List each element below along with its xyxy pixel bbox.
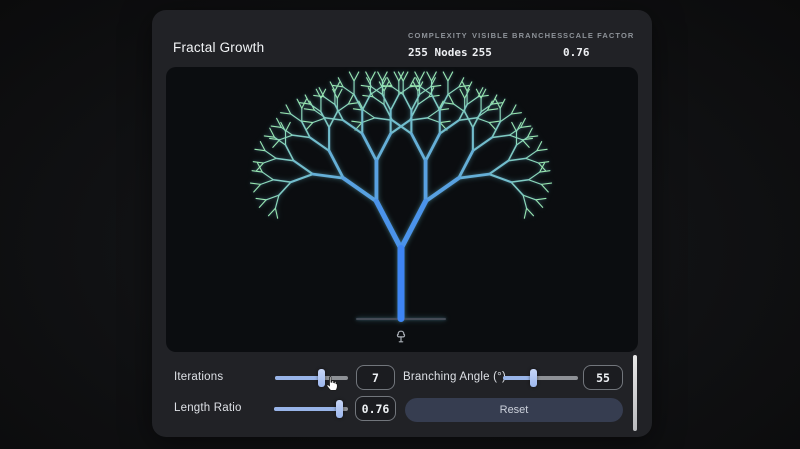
- page-background: { "header": { "title": "Fractal Growth",…: [0, 0, 800, 449]
- fractal-canvas[interactable]: [166, 67, 638, 352]
- branching-angle-value[interactable]: 55: [583, 365, 623, 390]
- length-ratio-value[interactable]: 0.76: [355, 396, 396, 421]
- stat-complexity-label: COMPLEXITY: [408, 31, 468, 40]
- fractal-growth-panel: Fractal Growth COMPLEXITY 255 Nodes VISI…: [152, 10, 652, 437]
- stat-complexity: COMPLEXITY 255 Nodes: [408, 31, 468, 59]
- length-ratio-slider-thumb[interactable]: [336, 400, 344, 418]
- stat-visible-branches-label: VISIBLE BRANCHES: [472, 31, 564, 40]
- stat-visible-branches-value: 255: [472, 46, 492, 59]
- length-ratio-label: Length Ratio: [174, 402, 242, 414]
- iterations-value[interactable]: 7: [356, 365, 395, 390]
- fractal-tree-svg: [249, 71, 553, 322]
- controls-scrollbar[interactable]: [633, 355, 637, 431]
- stat-complexity-value: 255 Nodes: [408, 46, 468, 59]
- tree-icon: [396, 330, 406, 343]
- stat-scale-factor-label: SCALE FACTOR: [563, 31, 635, 40]
- stat-scale-factor-value: 0.76: [563, 46, 590, 59]
- stat-visible-branches: VISIBLE BRANCHES 255: [472, 31, 563, 59]
- iterations-slider-track[interactable]: [275, 376, 348, 380]
- branching-angle-slider-thumb[interactable]: [529, 369, 537, 387]
- branching-angle-label: Branching Angle (°): [403, 371, 507, 383]
- branching-angle-slider-track[interactable]: [503, 376, 578, 380]
- page-title: Fractal Growth: [173, 40, 265, 55]
- branching-angle-slider[interactable]: [503, 369, 578, 387]
- iterations-slider[interactable]: [275, 369, 348, 387]
- length-ratio-slider[interactable]: [274, 400, 348, 418]
- iterations-slider-thumb[interactable]: [318, 369, 326, 387]
- stat-scale-factor: SCALE FACTOR 0.76: [563, 31, 634, 59]
- iterations-label: Iterations: [174, 371, 224, 383]
- reset-button[interactable]: Reset: [405, 398, 623, 422]
